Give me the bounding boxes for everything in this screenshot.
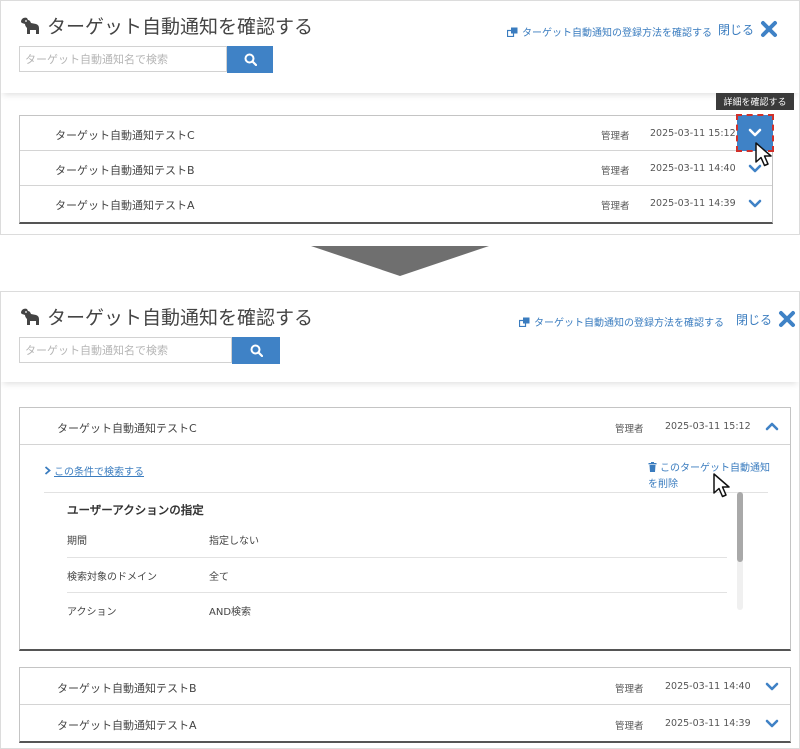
detail-value: AND検索 <box>209 607 252 618</box>
detail-row: アクション AND検索 <box>67 593 727 629</box>
item-author: 管理者 <box>615 684 644 695</box>
chevron-up-icon <box>765 422 779 431</box>
detail-label: アクション <box>67 607 117 618</box>
detail-title: ユーザーアクションの指定 <box>67 503 204 517</box>
header: ターゲット自動通知を確認する ターゲット自動通知の登録方法を確認する 閉じる <box>1 1 799 93</box>
list-item[interactable]: ターゲット自動通知テストB 管理者 2025-03-11 14:40 <box>20 668 790 705</box>
item-author: 管理者 <box>601 131 630 142</box>
page-title-text: ターゲット自動通知を確認する <box>47 16 314 38</box>
chevron-down-icon <box>765 719 779 727</box>
page-title: ターゲット自動通知を確認する <box>19 303 313 330</box>
item-date: 2025-03-11 14:39 <box>650 198 736 209</box>
close-x-icon <box>779 311 796 327</box>
item-author: 管理者 <box>615 424 644 435</box>
panel-after: ターゲット自動通知を確認する ターゲット自動通知の登録方法を確認する 閉じる <box>0 291 800 749</box>
item-date: 2025-03-11 14:39 <box>665 717 751 729</box>
item-name: ターゲット自動通知テストA <box>55 199 195 212</box>
item-date: 2025-03-11 15:12 <box>650 128 736 139</box>
tooltip-detail: 詳細を確認する <box>716 93 794 110</box>
item-author: 管理者 <box>601 201 630 212</box>
list-item[interactable]: ターゲット自動通知テストC 管理者 2025-03-11 15:12 <box>20 114 774 152</box>
search-icon <box>244 53 257 66</box>
delete-link-label: このターゲット自動通知を削除 <box>648 463 770 490</box>
search-input[interactable] <box>19 337 232 363</box>
search-button[interactable] <box>232 337 280 364</box>
search-button[interactable] <box>227 46 273 73</box>
detail-label: 検索対象のドメイン <box>67 571 157 583</box>
dog-icon <box>21 17 39 34</box>
page-title: ターゲット自動通知を確認する <box>19 12 313 39</box>
close-label: 閉じる <box>736 312 773 327</box>
item-name: ターゲット自動通知テストB <box>55 164 195 177</box>
detail-value: 全て <box>209 571 229 583</box>
chevron-down-icon <box>748 128 762 137</box>
chevron-right-icon <box>44 466 51 475</box>
expand-button[interactable] <box>763 678 781 696</box>
list-item[interactable]: ターゲット自動通知テストA 管理者 2025-03-11 14:39 <box>20 705 790 742</box>
list-item[interactable]: ターゲット自動通知テストB 管理者 2025-03-11 14:40 <box>20 151 772 186</box>
item-name: ターゲット自動通知テストC <box>57 422 197 435</box>
mouse-cursor-icon <box>713 473 730 498</box>
chevron-down-icon <box>765 682 779 691</box>
item-author: 管理者 <box>615 720 644 732</box>
search-condition-label: この条件で検索する <box>54 467 144 478</box>
page-title-text: ターゲット自動通知を確認する <box>47 307 314 329</box>
howto-link[interactable]: ターゲット自動通知の登録方法を確認する <box>507 24 712 39</box>
notification-list: ターゲット自動通知テストB 管理者 2025-03-11 14:40 ターゲット… <box>19 667 791 743</box>
trash-icon <box>648 462 657 472</box>
detail-section: ユーザーアクションの指定 期間 指定しない 検索対象のドメイン 全て アクション… <box>67 500 727 629</box>
delete-link[interactable]: このターゲット自動通知を削除 <box>648 461 773 493</box>
detail-row: 検索対象のドメイン 全て <box>67 558 727 593</box>
search-icon <box>250 344 263 357</box>
header: ターゲット自動通知を確認する ターゲット自動通知の登録方法を確認する 閉じる <box>1 292 799 382</box>
search-condition-link[interactable]: この条件で検索する <box>44 463 144 478</box>
item-name: ターゲット自動通知テストA <box>57 718 197 732</box>
howto-link-label: ターゲット自動通知の登録方法を確認する <box>522 28 712 39</box>
notification-list: ターゲット自動通知テストC 管理者 2025-03-11 15:12 ターゲット… <box>19 114 774 224</box>
item-author: 管理者 <box>601 166 630 177</box>
chevron-down-icon <box>748 199 762 208</box>
dog-icon <box>21 308 39 325</box>
item-name: ターゲット自動通知テストB <box>57 682 197 695</box>
list-item[interactable]: ターゲット自動通知テストA 管理者 2025-03-11 14:39 <box>20 186 772 221</box>
item-date: 2025-03-11 14:40 <box>650 163 736 174</box>
howto-link-label: ターゲット自動通知の登録方法を確認する <box>534 318 724 329</box>
external-window-icon <box>519 317 530 327</box>
detail-row: 期間 指定しない <box>67 522 727 558</box>
detail-value: 指定しない <box>209 536 259 547</box>
item-date: 2025-03-11 15:12 <box>665 421 751 432</box>
expand-button[interactable] <box>763 715 781 733</box>
scrollbar-thumb[interactable] <box>737 492 743 562</box>
close-label: 閉じる <box>718 22 755 37</box>
collapse-button[interactable] <box>763 417 781 435</box>
item-name: ターゲット自動通知テストC <box>55 129 195 142</box>
expanded-item: ターゲット自動通知テストC 管理者 2025-03-11 15:12 この条件で… <box>19 407 791 651</box>
detail-scrollbar[interactable] <box>737 492 743 610</box>
external-window-icon <box>507 27 518 37</box>
expanded-item-header[interactable]: ターゲット自動通知テストC 管理者 2025-03-11 15:12 <box>20 408 790 445</box>
close-button[interactable]: 閉じる <box>718 20 778 38</box>
howto-link[interactable]: ターゲット自動通知の登録方法を確認する <box>519 314 724 329</box>
item-date: 2025-03-11 14:40 <box>665 681 751 692</box>
panel-before: ターゲット自動通知を確認する ターゲット自動通知の登録方法を確認する 閉じる 詳… <box>0 0 800 235</box>
mouse-cursor-icon <box>755 142 772 167</box>
search-input[interactable] <box>19 46 227 72</box>
expand-button[interactable] <box>746 195 764 213</box>
detail-label: 期間 <box>67 536 87 547</box>
close-x-icon <box>761 21 778 37</box>
close-button[interactable]: 閉じる <box>736 310 796 328</box>
transition-arrow <box>311 246 489 276</box>
divider <box>44 492 768 493</box>
